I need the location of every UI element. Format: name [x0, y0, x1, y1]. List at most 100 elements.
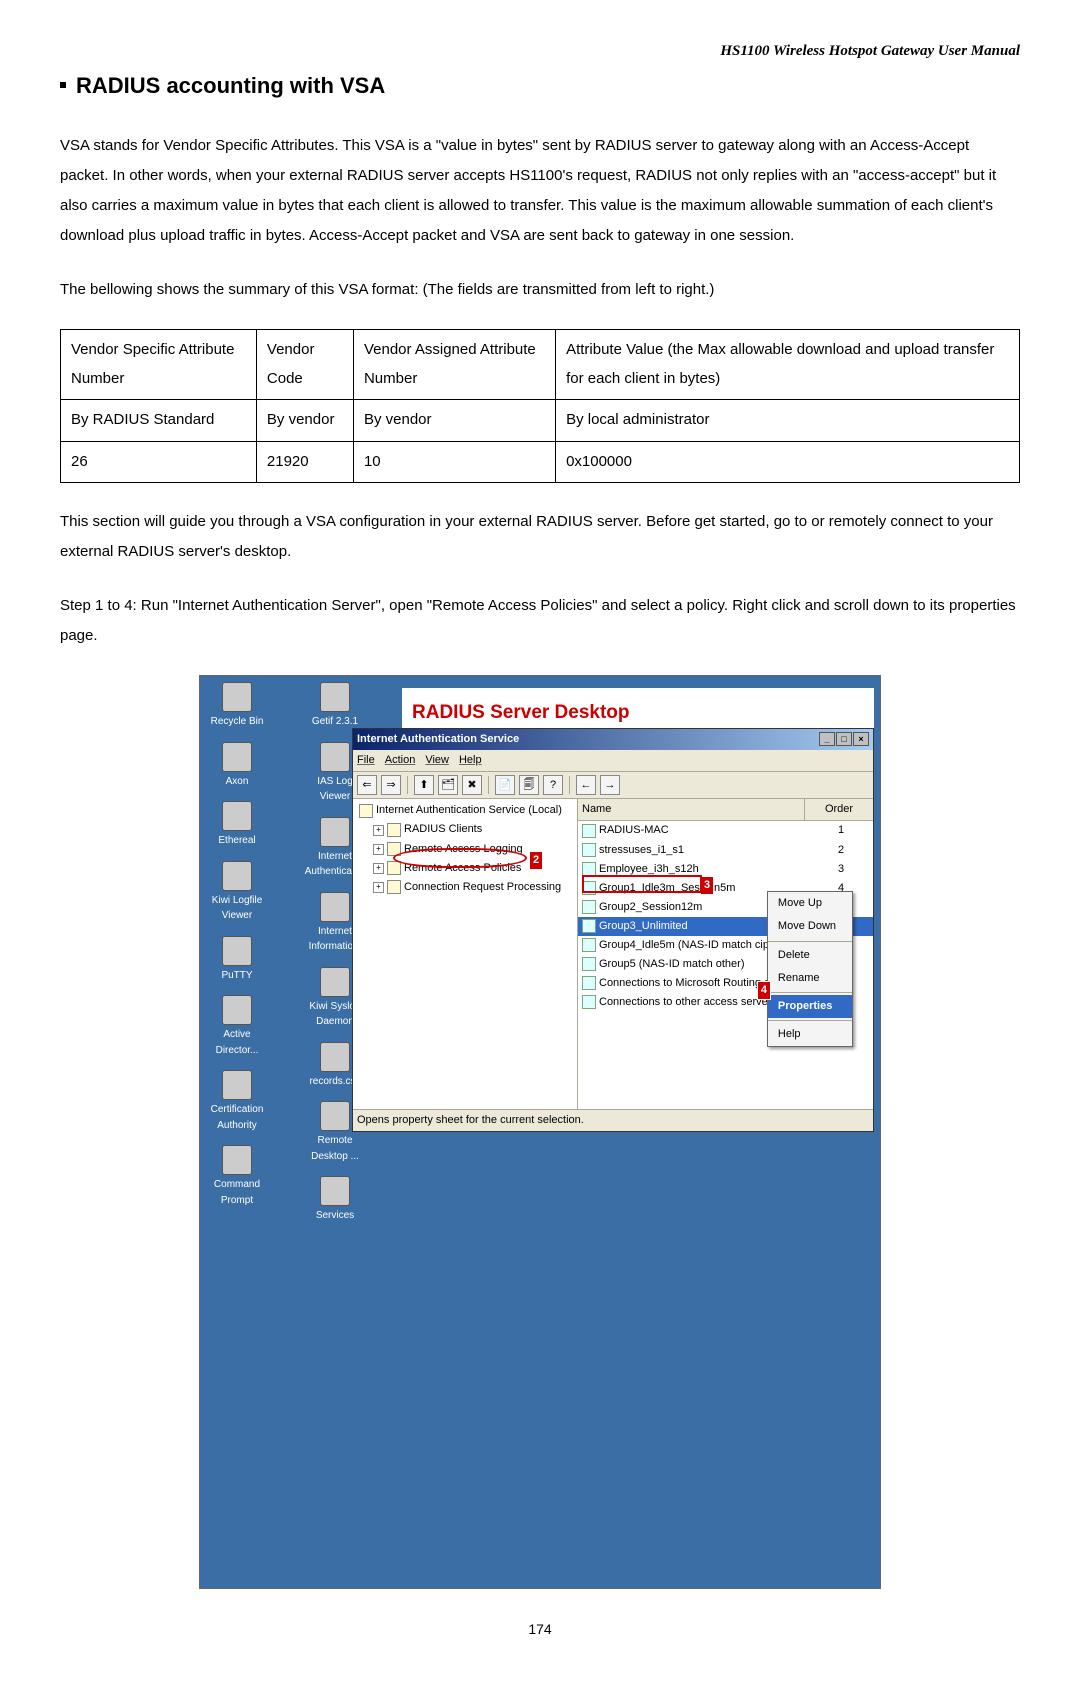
desktop-icon-label: Axon — [226, 774, 249, 790]
toolbar-button[interactable]: 📄 — [495, 775, 515, 795]
policy-icon — [582, 843, 596, 857]
policy-name: RADIUS-MAC — [599, 822, 813, 839]
table-row: Vendor Specific Attribute Number Vendor … — [61, 330, 1020, 400]
column-header-order[interactable]: Order — [805, 799, 873, 820]
policy-name: stressuses_i1_s1 — [599, 842, 813, 859]
status-bar: Opens property sheet for the current sel… — [353, 1109, 873, 1131]
toolbar-button[interactable]: 🗐 — [519, 775, 539, 795]
cell: 26 — [61, 441, 257, 483]
screenshot-banner: RADIUS Server Desktop — [408, 698, 630, 727]
section-title: RADIUS accounting with VSA — [60, 69, 1020, 103]
callout-badge-3: 3 — [700, 876, 714, 895]
cell: By local administrator — [556, 400, 1020, 442]
app-icon — [222, 1070, 252, 1100]
desktop-icon[interactable]: Active Director... — [206, 995, 268, 1058]
context-menu-item[interactable]: Delete — [768, 944, 852, 967]
callout-badge-4: 4 — [757, 981, 771, 1000]
menu-item[interactable]: View — [425, 754, 449, 766]
folder-icon — [387, 880, 401, 894]
context-menu-item[interactable]: Help — [768, 1023, 852, 1046]
ias-window: Internet Authentication Service _□× File… — [352, 728, 874, 1132]
paragraph-4: Step 1 to 4: Run "Internet Authenticatio… — [60, 591, 1020, 651]
callout-badge-2: 2 — [529, 851, 543, 870]
app-icon — [320, 742, 350, 772]
desktop-icon[interactable]: Services — [316, 1176, 354, 1224]
paragraph-2: The bellowing shows the summary of this … — [60, 275, 1020, 305]
app-icon — [222, 1145, 252, 1175]
expander-icon[interactable]: + — [373, 825, 384, 836]
toolbar-button[interactable]: ⇒ — [381, 775, 401, 795]
desktop-icon[interactable]: Recycle Bin — [211, 682, 264, 730]
folder-icon — [387, 861, 401, 875]
doc-header: HS1100 Wireless Hotspot Gateway User Man… — [60, 40, 1020, 63]
expander-icon[interactable]: + — [373, 882, 384, 893]
window-controls[interactable]: _□× — [818, 731, 869, 748]
desktop-icon[interactable]: Getif 2.3.1 — [312, 682, 358, 730]
desktop-icon[interactable]: Certification Authority — [206, 1070, 268, 1133]
desktop-icon-label: Ethereal — [218, 833, 255, 849]
folder-icon — [387, 823, 401, 837]
desktop-icon-label: Remote Desktop ... — [304, 1133, 366, 1164]
menu-bar[interactable]: File Action View Help — [353, 750, 873, 772]
bullet-icon — [60, 82, 66, 88]
toolbar-button[interactable]: 🗂 — [438, 775, 458, 795]
context-menu-item[interactable]: Move Up — [768, 892, 852, 915]
policy-row[interactable]: Employee_i3h_s12h3 — [578, 860, 873, 879]
paragraph-3: This section will guide you through a VS… — [60, 507, 1020, 567]
menu-item[interactable]: File — [357, 754, 375, 766]
table-row: By RADIUS Standard By vendor By vendor B… — [61, 400, 1020, 442]
app-icon — [320, 967, 350, 997]
desktop-icon[interactable]: Ethereal — [218, 801, 255, 849]
policy-icon — [582, 824, 596, 838]
app-icon — [320, 892, 350, 922]
policy-icon — [582, 957, 596, 971]
desktop-icon[interactable]: PuTTY — [221, 936, 252, 984]
page-number: 174 — [60, 1619, 1020, 1641]
toolbar-button[interactable]: ? — [543, 775, 563, 795]
radius-server-screenshot: Recycle Bin Axon Ethereal Kiwi Logfile View… — [199, 675, 881, 1589]
policy-icon — [582, 995, 596, 1009]
desktop-icon[interactable]: Kiwi Logfile Viewer — [206, 861, 268, 924]
cell-vendor-code: Vendor Code — [256, 330, 353, 400]
expander-icon[interactable]: + — [373, 863, 384, 874]
column-header-name[interactable]: Name — [578, 799, 805, 820]
context-menu-item[interactable]: Properties — [768, 995, 852, 1018]
tree-item[interactable]: +RADIUS Clients — [369, 820, 575, 839]
app-icon — [320, 817, 350, 847]
tree-item[interactable]: +Remote Access Logging — [369, 840, 575, 859]
context-menu-item[interactable]: Move Down — [768, 915, 852, 938]
ias-toolbar[interactable]: ⇐⇒ ⬆🗂✖ 📄🗐? ←→ — [353, 772, 873, 799]
tree-root-label: Internet Authentication Service (Local) — [376, 802, 562, 819]
table-row: 26 21920 10 0x100000 — [61, 441, 1020, 483]
toolbar-button[interactable]: → — [600, 775, 620, 795]
desktop-icon-label: Certification Authority — [206, 1102, 268, 1133]
close-icon[interactable]: × — [853, 732, 869, 746]
context-menu-item[interactable]: Rename — [768, 967, 852, 990]
policy-list[interactable]: Name Order RADIUS-MAC1stressuses_i1_s12E… — [578, 799, 873, 1109]
minimize-icon[interactable]: _ — [819, 732, 835, 746]
cell: By RADIUS Standard — [61, 400, 257, 442]
policy-row[interactable]: stressuses_i1_s12 — [578, 841, 873, 860]
context-menu[interactable]: Move UpMove Down DeleteRename Properties He… — [767, 891, 853, 1046]
desktop-icon[interactable]: Command Prompt — [206, 1145, 268, 1208]
app-icon — [320, 1176, 350, 1206]
app-icon — [222, 995, 252, 1025]
toolbar-button[interactable]: ⇐ — [357, 775, 377, 795]
toolbar-button[interactable]: ← — [576, 775, 596, 795]
tree-item[interactable]: +Remote Access Policies — [369, 859, 575, 878]
cell: By vendor — [256, 400, 353, 442]
vsa-table: Vendor Specific Attribute Number Vendor … — [60, 329, 1020, 483]
tree-item[interactable]: +Connection Request Processing — [369, 878, 575, 897]
ias-tree[interactable]: Internet Authentication Service (Local) … — [353, 799, 578, 1109]
policy-row[interactable]: RADIUS-MAC1 — [578, 821, 873, 840]
desktop-icon-label: Command Prompt — [206, 1177, 268, 1208]
toolbar-button[interactable]: ⬆ — [414, 775, 434, 795]
maximize-icon[interactable]: □ — [836, 732, 852, 746]
desktop-icon-label: Kiwi Logfile Viewer — [206, 893, 268, 924]
tree-root[interactable]: Internet Authentication Service (Local) — [355, 801, 575, 820]
menu-item[interactable]: Action — [385, 754, 416, 766]
desktop-icon[interactable]: Axon — [222, 742, 252, 790]
expander-icon[interactable]: + — [373, 844, 384, 855]
toolbar-button[interactable]: ✖ — [462, 775, 482, 795]
menu-item[interactable]: Help — [459, 754, 482, 766]
